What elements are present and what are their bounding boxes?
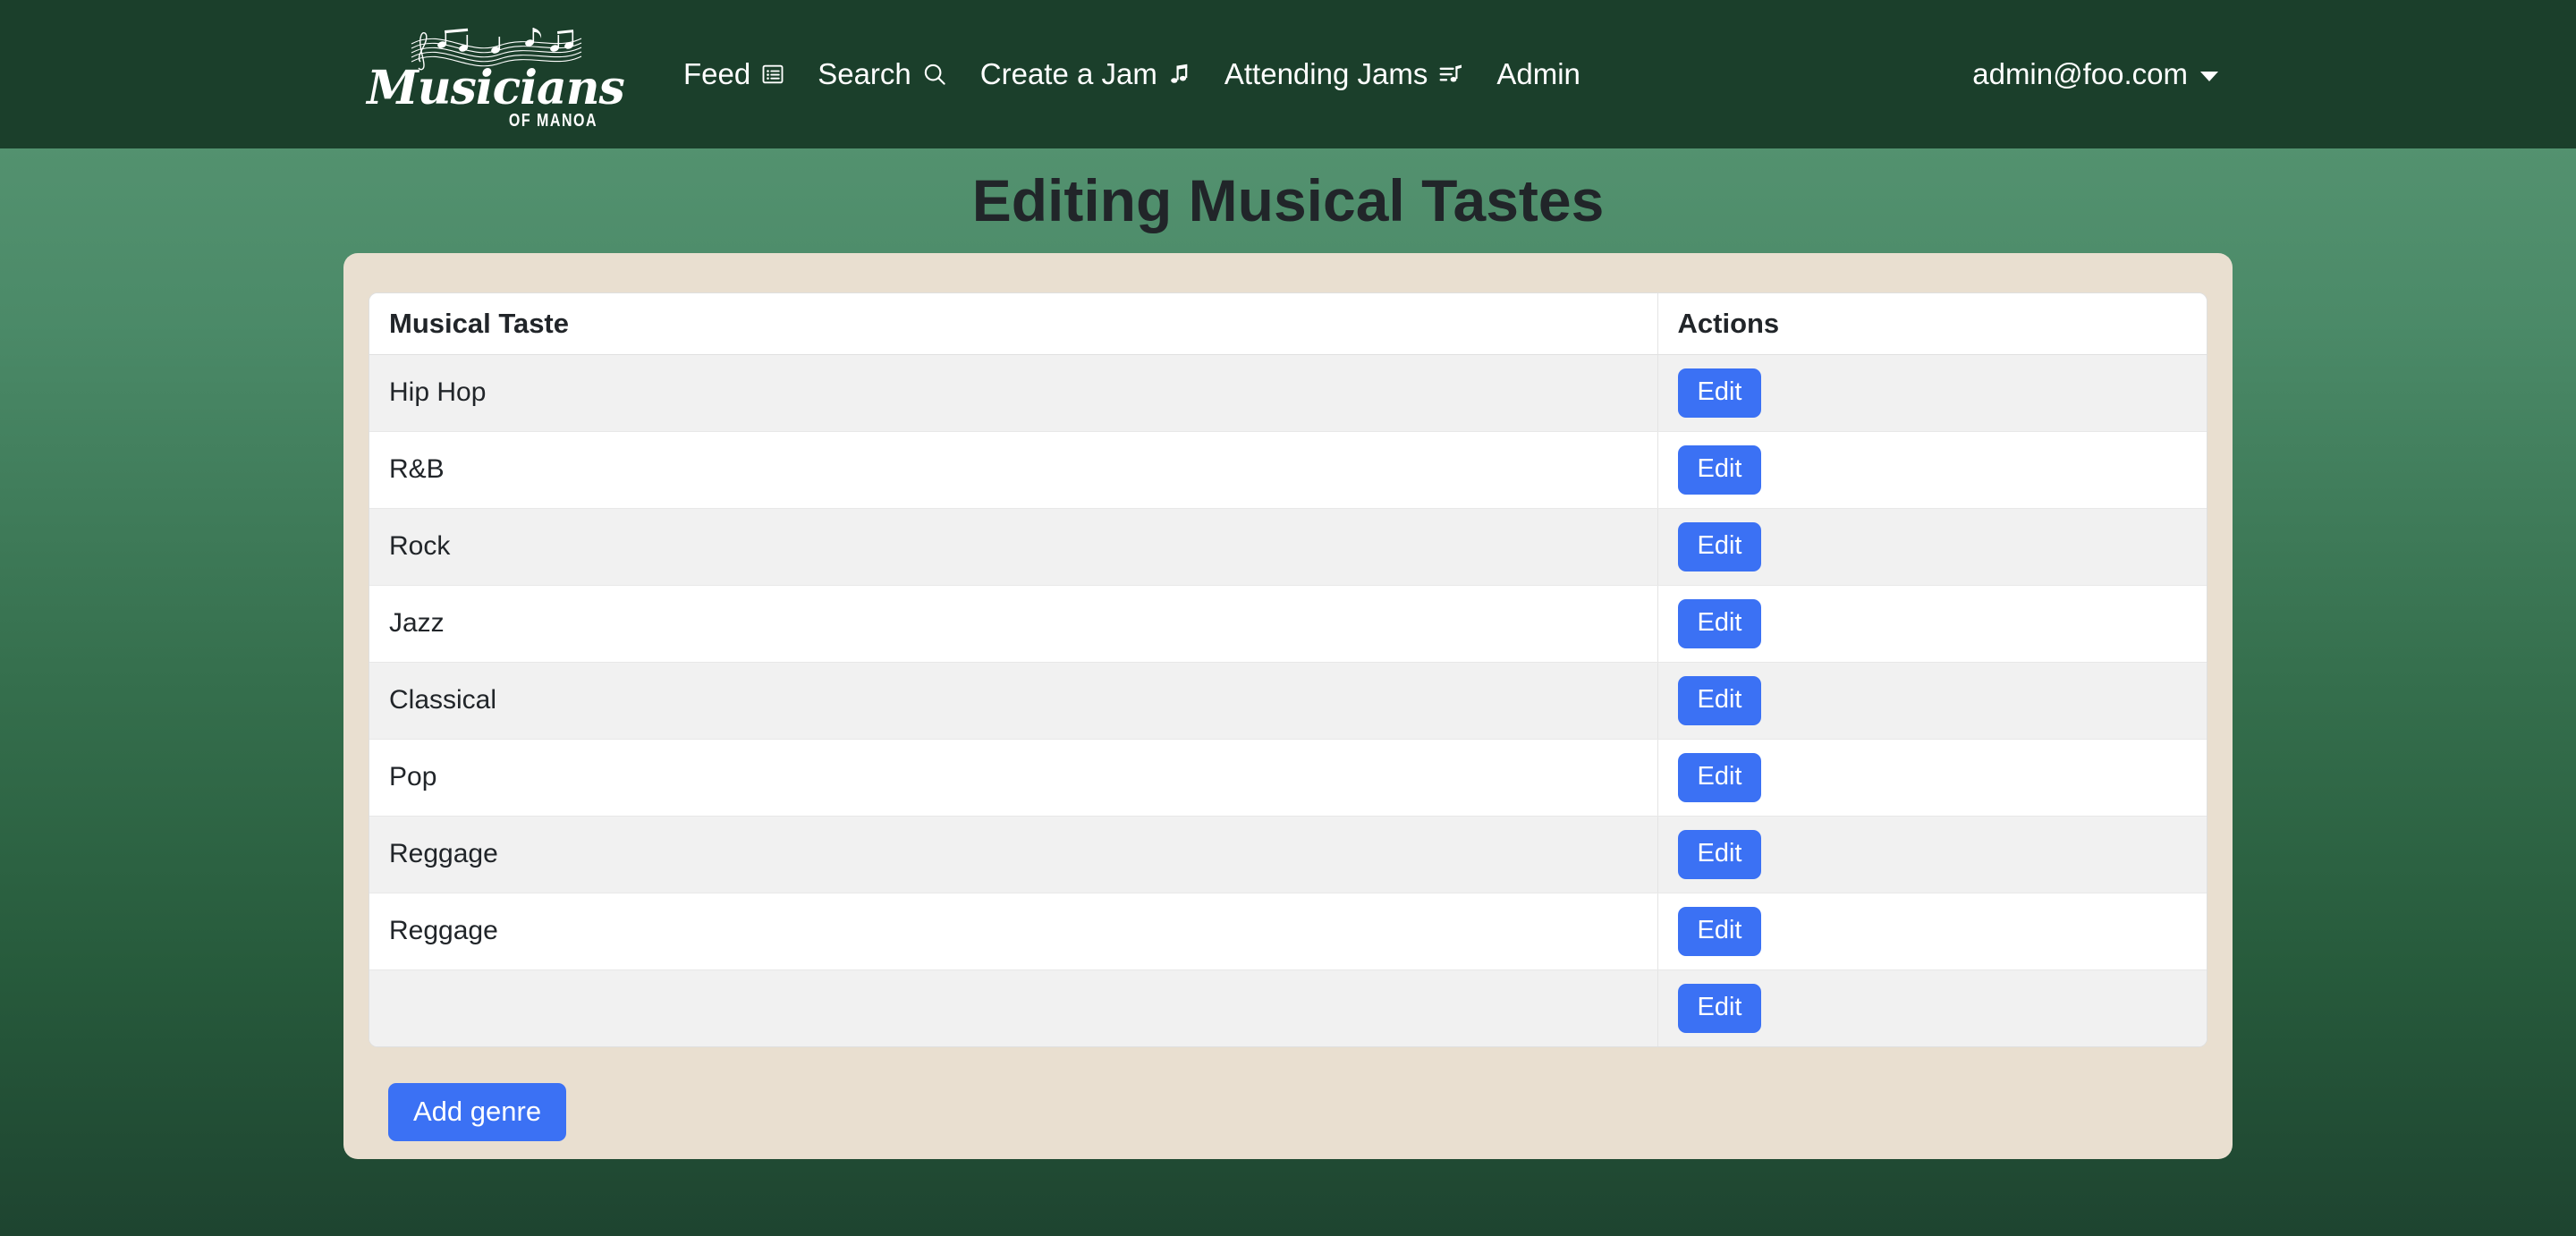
table-row: Reggage Edit [369,893,2207,970]
music-note-icon [1167,62,1192,87]
brand-word: Musicians [367,60,625,115]
tastes-card: Musical Taste Actions Hip Hop Edit R&B E… [343,253,2233,1159]
nav-item-search[interactable]: Search [801,57,964,91]
navbar-right: admin@foo.com [1972,0,2576,148]
cell-actions: Edit [1657,585,2207,663]
edit-button[interactable]: Edit [1677,368,1762,418]
cell-musical-taste: Classical [369,662,1658,740]
edit-button[interactable]: Edit [1677,521,1762,571]
cell-actions: Edit [1657,431,2207,509]
column-header-musical-taste: Musical Taste [369,293,1658,355]
cell-actions: Edit [1657,816,2207,893]
nav-item-feed[interactable]: Feed [667,57,801,91]
user-email-label: admin@foo.com [1972,57,2188,90]
cell-actions: Edit [1657,662,2207,740]
table-row: Pop Edit [369,739,2207,817]
edit-button[interactable]: Edit [1677,598,1762,648]
column-header-actions: Actions [1657,293,2207,355]
cell-actions: Edit [1657,969,2207,1046]
cell-musical-taste: Reggage [369,893,1658,970]
nav-label-attending-jams: Attending Jams [1224,57,1428,90]
table-row: Hip Hop Edit [369,354,2207,432]
cell-musical-taste: Jazz [369,585,1658,663]
cell-musical-taste [369,969,1658,1046]
user-menu-dropdown[interactable]: admin@foo.com [1972,57,2218,91]
table-body: Hip Hop Edit R&B Edit Rock Edit Jazz Edi… [369,354,2207,1046]
nav-item-create-a-jam[interactable]: Create a Jam [964,57,1208,91]
edit-button[interactable]: Edit [1677,829,1762,879]
table-head: Musical Taste Actions [369,293,2207,355]
nav-label-create-a-jam: Create a Jam [979,57,1157,90]
nav-label-admin: Admin [1496,57,1580,90]
page-title: Editing Musical Tastes [971,167,1605,233]
table-row: Jazz Edit [369,585,2207,663]
edit-button[interactable]: Edit [1677,675,1762,725]
nav-item-admin[interactable]: Admin [1480,57,1597,91]
search-icon [921,61,948,88]
playlist-note-icon [1437,61,1464,88]
table-row: Edit [369,969,2207,1046]
table-row: Reggage Edit [369,816,2207,893]
cell-actions: Edit [1657,508,2207,586]
chevron-down-icon [2200,71,2218,81]
cell-musical-taste: Pop [369,739,1658,817]
cell-actions: Edit [1657,354,2207,432]
brand-logo[interactable]: Musicians OF MANOA [367,21,625,131]
cell-musical-taste: Reggage [369,816,1658,893]
table-row: Rock Edit [369,508,2207,586]
top-navbar: Musicians OF MANOA Feed Search Create a … [0,0,2576,148]
feed-list-icon [760,62,785,87]
add-genre-button[interactable]: Add genre [388,1083,567,1141]
musical-tastes-table: Musical Taste Actions Hip Hop Edit R&B E… [369,293,2207,1046]
page-root: Musicians OF MANOA Feed Search Create a … [0,0,2576,1236]
table-row: R&B Edit [369,431,2207,509]
nav-label-search: Search [818,57,911,90]
nav-links: Feed Search Create a Jam Attending Jams … [667,57,1597,91]
cell-musical-taste: Hip Hop [369,354,1658,432]
cell-musical-taste: Rock [369,508,1658,586]
brand-subtitle: OF MANOA [508,111,597,131]
tastes-table-wrapper: Musical Taste Actions Hip Hop Edit R&B E… [369,292,2207,1047]
cell-musical-taste: R&B [369,431,1658,509]
edit-button[interactable]: Edit [1677,906,1762,956]
table-row: Classical Edit [369,662,2207,740]
edit-button[interactable]: Edit [1677,983,1762,1033]
cell-actions: Edit [1657,893,2207,970]
nav-item-attending-jams[interactable]: Attending Jams [1208,57,1480,91]
nav-label-feed: Feed [683,57,751,90]
cell-actions: Edit [1657,739,2207,817]
table-header-row: Musical Taste Actions [369,293,2207,355]
edit-button[interactable]: Edit [1677,444,1762,495]
edit-button[interactable]: Edit [1677,752,1762,802]
